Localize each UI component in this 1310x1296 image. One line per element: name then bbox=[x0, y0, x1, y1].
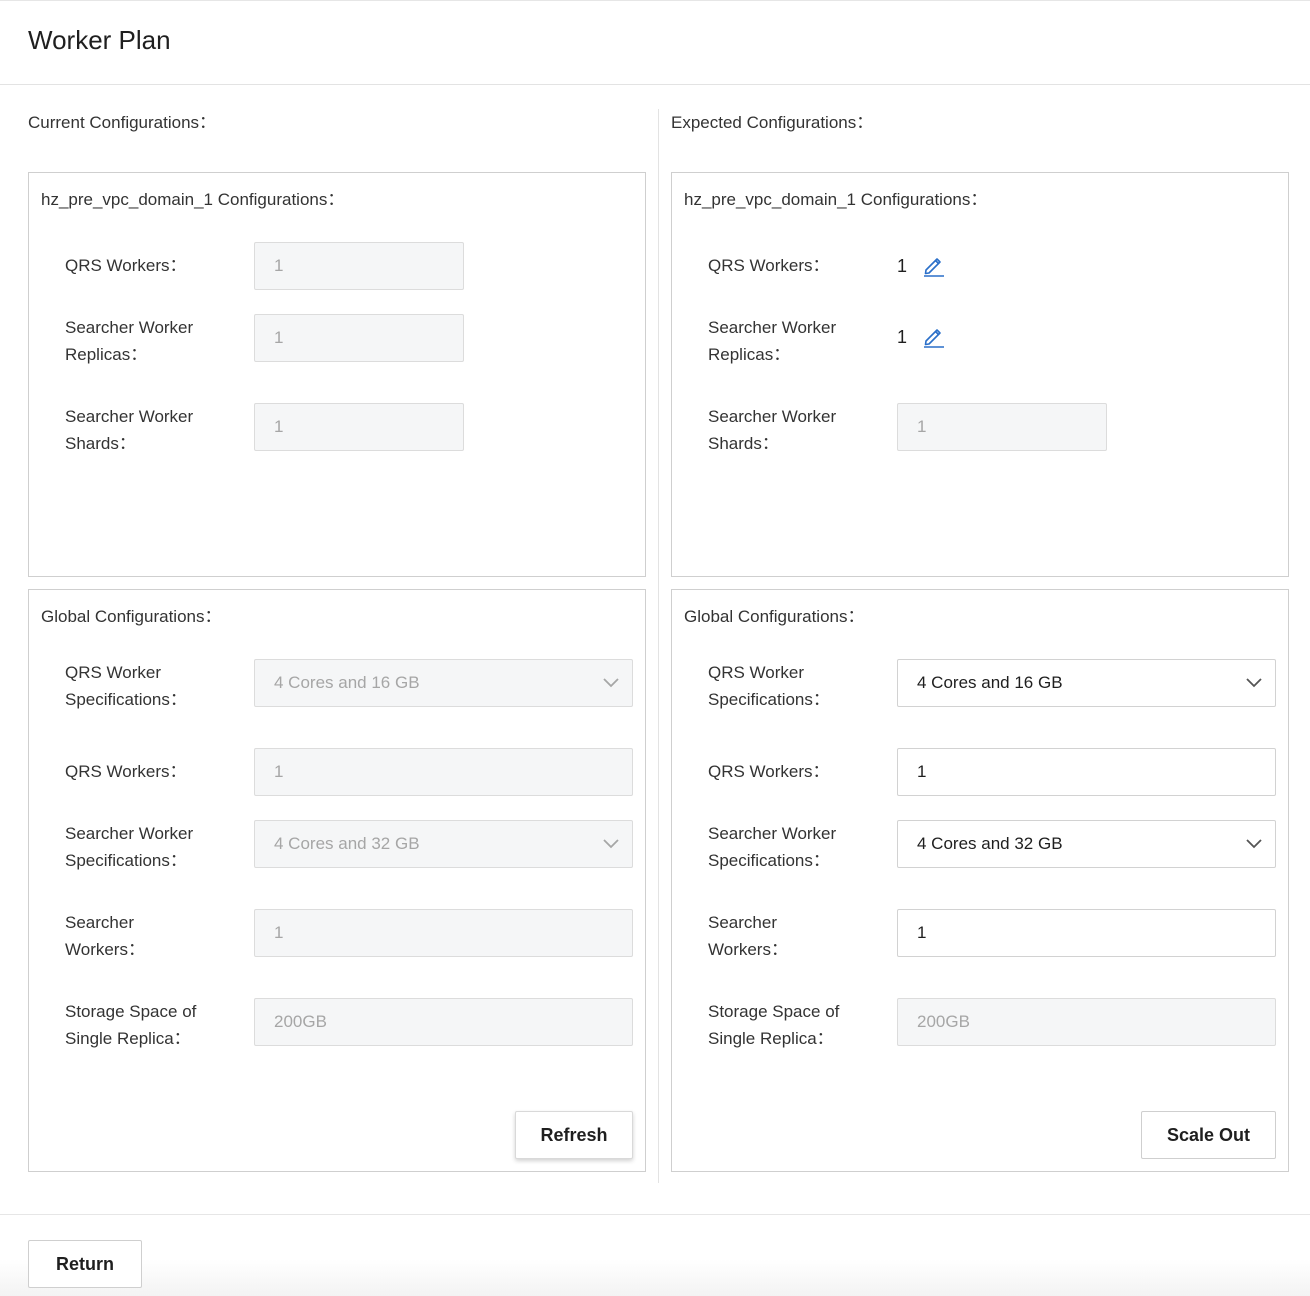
current-storage-value: 200GB bbox=[274, 1012, 327, 1031]
current-searcher-workers-field: 1 bbox=[254, 909, 633, 957]
expected-shards-field: 1 bbox=[897, 403, 1107, 451]
expected-searcher-workers-input[interactable]: 1 bbox=[897, 909, 1276, 957]
current-qrs-spec-select: 4 Cores and 16 GB bbox=[254, 659, 633, 707]
expected-qrs-spec-select[interactable]: 4 Cores and 16 GB bbox=[897, 659, 1276, 707]
chevron-down-icon bbox=[603, 678, 619, 688]
expected-domain-title: hz_pre_vpc_domain_1 Configurations： bbox=[684, 190, 988, 209]
expected-qrs-workers-value: 1 bbox=[897, 256, 908, 276]
current-qrs-spec-label: QRS Worker Specifications： bbox=[65, 663, 187, 709]
expected-shards-value: 1 bbox=[917, 417, 927, 436]
page-title: Worker Plan bbox=[28, 25, 171, 55]
expected-shards-label: Searcher Worker Shards： bbox=[708, 407, 837, 453]
current-global-qrs-workers-value: 1 bbox=[274, 762, 284, 781]
expected-storage-value: 200GB bbox=[917, 1012, 970, 1031]
current-searcher-workers-label: Searcher Workers： bbox=[65, 913, 145, 959]
expected-global-panel: Global Configurations： QRS Worker Specif… bbox=[671, 589, 1289, 1172]
return-button[interactable]: Return bbox=[28, 1240, 142, 1288]
refresh-button[interactable]: Refresh bbox=[515, 1111, 633, 1159]
expected-qrs-workers-label: QRS Workers： bbox=[708, 762, 830, 781]
current-qrs-workers-value: 1 bbox=[274, 256, 284, 275]
current-replicas-label: Searcher Worker Replicas： bbox=[65, 318, 194, 364]
current-searcher-spec-select: 4 Cores and 32 GB bbox=[254, 820, 633, 868]
pencil-edit-icon[interactable] bbox=[922, 324, 946, 348]
header-divider bbox=[0, 84, 1310, 85]
column-divider bbox=[658, 109, 659, 1183]
current-searcher-spec-value: 4 Cores and 32 GB bbox=[274, 834, 420, 853]
expected-storage-field: 200GB bbox=[897, 998, 1276, 1046]
expected-qrs-workers-input[interactable]: 1 bbox=[897, 748, 1276, 796]
expected-storage-label: Storage Space of Single Replica： bbox=[708, 1002, 840, 1048]
current-qrs-workers-label: QRS Workers： bbox=[65, 762, 187, 781]
expected-qrs-workers-label: QRS Workers： bbox=[708, 256, 830, 275]
expected-global-title: Global Configurations： bbox=[684, 607, 865, 626]
current-domain-title: hz_pre_vpc_domain_1 Configurations： bbox=[41, 190, 345, 209]
expected-searcher-workers-label: Searcher Workers： bbox=[708, 913, 788, 959]
expected-searcher-spec-label: Searcher Worker Specifications： bbox=[708, 824, 837, 870]
expected-searcher-workers-value: 1 bbox=[917, 923, 927, 942]
current-storage-field: 200GB bbox=[254, 998, 633, 1046]
scale-out-button[interactable]: Scale Out bbox=[1141, 1111, 1276, 1159]
current-storage-label: Storage Space of Single Replica： bbox=[65, 1002, 197, 1048]
current-shards-field: 1 bbox=[254, 403, 464, 451]
expected-replicas-label: Searcher Worker Replicas： bbox=[708, 318, 837, 364]
expected-configurations-title: Expected Configurations： bbox=[671, 113, 874, 132]
pencil-edit-icon[interactable] bbox=[922, 253, 946, 277]
current-domain-panel: hz_pre_vpc_domain_1 Configurations： QRS … bbox=[28, 172, 646, 577]
chevron-down-icon bbox=[603, 839, 619, 849]
footer-bar bbox=[0, 1215, 1310, 1296]
chevron-down-icon bbox=[1246, 839, 1262, 849]
expected-global-qrs-workers-value: 1 bbox=[917, 762, 927, 781]
current-replicas-value: 1 bbox=[274, 328, 284, 347]
current-searcher-workers-value: 1 bbox=[274, 923, 284, 942]
expected-searcher-spec-value: 4 Cores and 32 GB bbox=[917, 834, 1063, 853]
expected-qrs-spec-value: 4 Cores and 16 GB bbox=[917, 673, 1063, 692]
chevron-down-icon bbox=[1246, 678, 1262, 688]
current-global-panel: Global Configurations： QRS Worker Specif… bbox=[28, 589, 646, 1172]
expected-qrs-spec-label: QRS Worker Specifications： bbox=[708, 663, 830, 709]
current-global-qrs-workers-field: 1 bbox=[254, 748, 633, 796]
expected-domain-panel: hz_pre_vpc_domain_1 Configurations： QRS … bbox=[671, 172, 1289, 577]
current-global-title: Global Configurations： bbox=[41, 607, 222, 626]
current-qrs-workers-field: 1 bbox=[254, 242, 464, 290]
current-shards-label: Searcher Worker Shards： bbox=[65, 407, 194, 453]
current-qrs-workers-label: QRS Workers： bbox=[65, 256, 187, 275]
current-replicas-field: 1 bbox=[254, 314, 464, 362]
expected-replicas-value: 1 bbox=[897, 327, 908, 347]
expected-searcher-spec-select[interactable]: 4 Cores and 32 GB bbox=[897, 820, 1276, 868]
current-shards-value: 1 bbox=[274, 417, 284, 436]
current-configurations-title: Current Configurations： bbox=[28, 113, 217, 132]
current-qrs-spec-value: 4 Cores and 16 GB bbox=[274, 673, 420, 692]
current-searcher-spec-label: Searcher Worker Specifications： bbox=[65, 824, 194, 870]
top-border bbox=[0, 0, 1310, 1]
